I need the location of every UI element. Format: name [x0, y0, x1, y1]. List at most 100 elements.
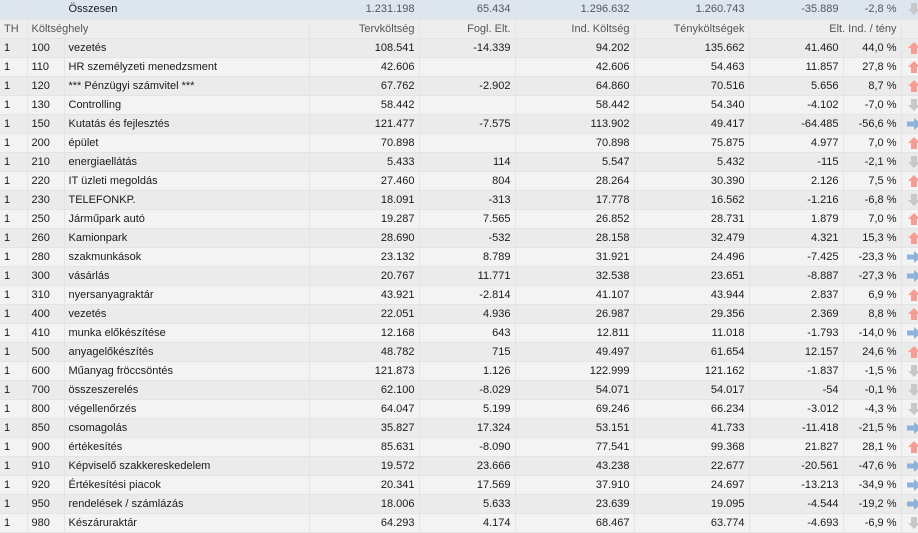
- row-indicated-cost: 64.860: [515, 76, 635, 96]
- table-row[interactable]: 1 280 szakmunkások 23.132 8.789 31.921 24.496-…: [0, 247, 918, 267]
- row-th: 1: [0, 95, 28, 115]
- table-row[interactable]: 1 220 IT üzleti megoldás 27.460 804 28.264 30.…: [0, 171, 918, 191]
- summary-plan-cost: 1.231.198: [309, 0, 420, 20]
- row-indicated-cost: 32.538: [515, 266, 635, 286]
- row-actual-cost: 66.234: [634, 399, 750, 419]
- table-row[interactable]: 1 800 végellenőrzés 64.047 5.199 69.246 66.234…: [0, 399, 918, 419]
- row-code: 200: [27, 133, 65, 153]
- row-indicated-cost: 68.467: [515, 513, 635, 533]
- header-indicated-cost[interactable]: Ind. Költség: [515, 19, 635, 39]
- table-row[interactable]: 1 600 Műanyag fröccsöntés 121.873 1.126 122.9…: [0, 361, 918, 381]
- row-name: rendelések / számlázás: [64, 494, 310, 514]
- table-row[interactable]: 1 100 vezetés 108.541 -14.339 94.202 135.662 41…: [0, 38, 918, 58]
- row-actual-cost: 5.432: [634, 152, 750, 172]
- arrow-right-icon: [906, 117, 917, 130]
- row-name: Értékesítési piacok: [64, 475, 310, 495]
- table-row[interactable]: 1 130 Controlling 58.442 58.442 54.340 -4.102-…: [0, 95, 918, 115]
- row-plan-cost: 19.287: [309, 209, 420, 229]
- row-code: 220: [27, 171, 65, 191]
- row-actual-cost: 19.095: [634, 494, 750, 514]
- row-indicated-cost: 42.606: [515, 57, 635, 77]
- row-commitment-deviation: 5.199: [419, 399, 516, 419]
- table-row[interactable]: 1 400 vezetés 22.051 4.936 26.987 29.356 2.369 8…: [0, 304, 918, 324]
- row-trend: [901, 304, 918, 324]
- row-indicated-cost: 26.852: [515, 209, 635, 229]
- arrow-up-icon: [907, 231, 917, 244]
- table-row[interactable]: 1 110 HR személyzeti menedzsment 42.606 42.6…: [0, 57, 918, 77]
- row-code: 310: [27, 285, 65, 305]
- header-deviation[interactable]: Elt. Ind. / tény: [749, 19, 902, 39]
- table-row[interactable]: 1 950 rendelések / számlázás 18.006 5.633 23.…: [0, 494, 918, 514]
- row-trend: [901, 57, 918, 77]
- table-row[interactable]: 1 500 anyagelőkészítés 48.782 715 49.497 61.65…: [0, 342, 918, 362]
- row-commitment-deviation: [419, 95, 516, 115]
- row-actual-cost: 41.733: [634, 418, 750, 438]
- table-row[interactable]: 1 310 nyersanyagraktár 43.921 -2.814 41.107 43…: [0, 285, 918, 305]
- row-code: 600: [27, 361, 65, 381]
- header-row: TH Költséghely Tervköltség Fogl. Elt. In…: [0, 19, 918, 39]
- row-th: 1: [0, 133, 28, 153]
- row-deviation: -20.561: [749, 456, 844, 476]
- row-deviation-percent: -2,1 %: [843, 152, 902, 172]
- row-plan-cost: 18.091: [309, 190, 420, 210]
- row-deviation-percent: -14,0 %: [843, 323, 902, 343]
- header-cost-center[interactable]: Költséghely: [27, 19, 310, 39]
- row-trend: [901, 38, 918, 58]
- row-commitment-deviation: -2.902: [419, 76, 516, 96]
- row-name: szakmunkások: [64, 247, 310, 267]
- row-name: Készáruraktár: [64, 513, 310, 533]
- table-row[interactable]: 1 260 Kamionpark 28.690 -532 28.158 32.479 4.32…: [0, 228, 918, 248]
- header-actual-cost[interactable]: Tényköltségek: [634, 19, 750, 39]
- row-trend: [901, 437, 918, 457]
- row-plan-cost: 70.898: [309, 133, 420, 153]
- row-indicated-cost: 58.442: [515, 95, 635, 115]
- row-th: 1: [0, 38, 28, 58]
- row-deviation: 2.369: [749, 304, 844, 324]
- row-code: 260: [27, 228, 65, 248]
- row-name: vezetés: [64, 38, 310, 58]
- header-th[interactable]: TH: [0, 19, 28, 39]
- row-code: 800: [27, 399, 65, 419]
- header-plan-cost[interactable]: Tervköltség: [309, 19, 420, 39]
- table-row[interactable]: 1 150 Kutatás és fejlesztés 121.477 -7.575 11…: [0, 114, 918, 134]
- table-row[interactable]: 1 850 csomagolás 35.827 17.324 53.151 41.733 -1…: [0, 418, 918, 438]
- arrow-right-icon: [906, 497, 917, 510]
- row-deviation-percent: -34,9 %: [843, 475, 902, 495]
- table-row[interactable]: 1 910 Képviselő szakkereskedelem 19.572 23.6…: [0, 456, 918, 476]
- row-indicated-cost: 122.999: [515, 361, 635, 381]
- table-row[interactable]: 1 980 Készáruraktár 64.293 4.174 68.467 63.774…: [0, 513, 918, 533]
- row-actual-cost: 29.356: [634, 304, 750, 324]
- row-plan-cost: 121.873: [309, 361, 420, 381]
- table-row[interactable]: 1 410 munka előkészítése 12.168 643 12.811 11.…: [0, 323, 918, 343]
- row-deviation-percent: -7,0 %: [843, 95, 902, 115]
- arrow-up-icon: [907, 288, 917, 301]
- table-row[interactable]: 1 210 energiaellátás 5.433 114 5.547 5.432 -115…: [0, 152, 918, 172]
- table-row[interactable]: 1 920 Értékesítési piacok 20.341 17.569 37.91…: [0, 475, 918, 495]
- row-trend: [901, 133, 918, 153]
- row-trend: [901, 494, 918, 514]
- table-row[interactable]: 1 300 vásárlás 20.767 11.771 32.538 23.651 -8.8…: [0, 266, 918, 286]
- table-row[interactable]: 1 250 Járműpark autó 19.287 7.565 26.852 28.73…: [0, 209, 918, 229]
- arrow-right-icon: [906, 478, 917, 491]
- row-plan-cost: 48.782: [309, 342, 420, 362]
- row-commitment-deviation: 4.936: [419, 304, 516, 324]
- row-trend: [901, 361, 918, 381]
- row-name: vezetés: [64, 304, 310, 324]
- table-row[interactable]: 1 200 épület 70.898 70.898 75.875 4.977 7,0 %: [0, 133, 918, 153]
- row-deviation-percent: -47,6 %: [843, 456, 902, 476]
- row-th: 1: [0, 380, 28, 400]
- row-th: 1: [0, 323, 28, 343]
- row-indicated-cost: 31.921: [515, 247, 635, 267]
- arrow-up-icon: [907, 307, 917, 320]
- cost-center-table: Összesen 1.231.198 65.434 1.296.632 1.26…: [0, 0, 918, 533]
- table-row[interactable]: 1 700 összeszerelés 62.100 -8.029 54.071 54.01…: [0, 380, 918, 400]
- row-indicated-cost: 28.264: [515, 171, 635, 191]
- arrow-up-icon: [907, 212, 917, 225]
- row-commitment-deviation: -8.029: [419, 380, 516, 400]
- table-row[interactable]: 1 230 TELEFONKP. 18.091 -313 17.778 16.562 -1.2…: [0, 190, 918, 210]
- table-row[interactable]: 1 120 *** Pénzügyi számvitel *** 67.762 -2.9…: [0, 76, 918, 96]
- row-name: épület: [64, 133, 310, 153]
- row-th: 1: [0, 304, 28, 324]
- header-commitment-deviation[interactable]: Fogl. Elt.: [419, 19, 516, 39]
- table-row[interactable]: 1 900 értékesítés 85.631 -8.090 77.541 99.368 2…: [0, 437, 918, 457]
